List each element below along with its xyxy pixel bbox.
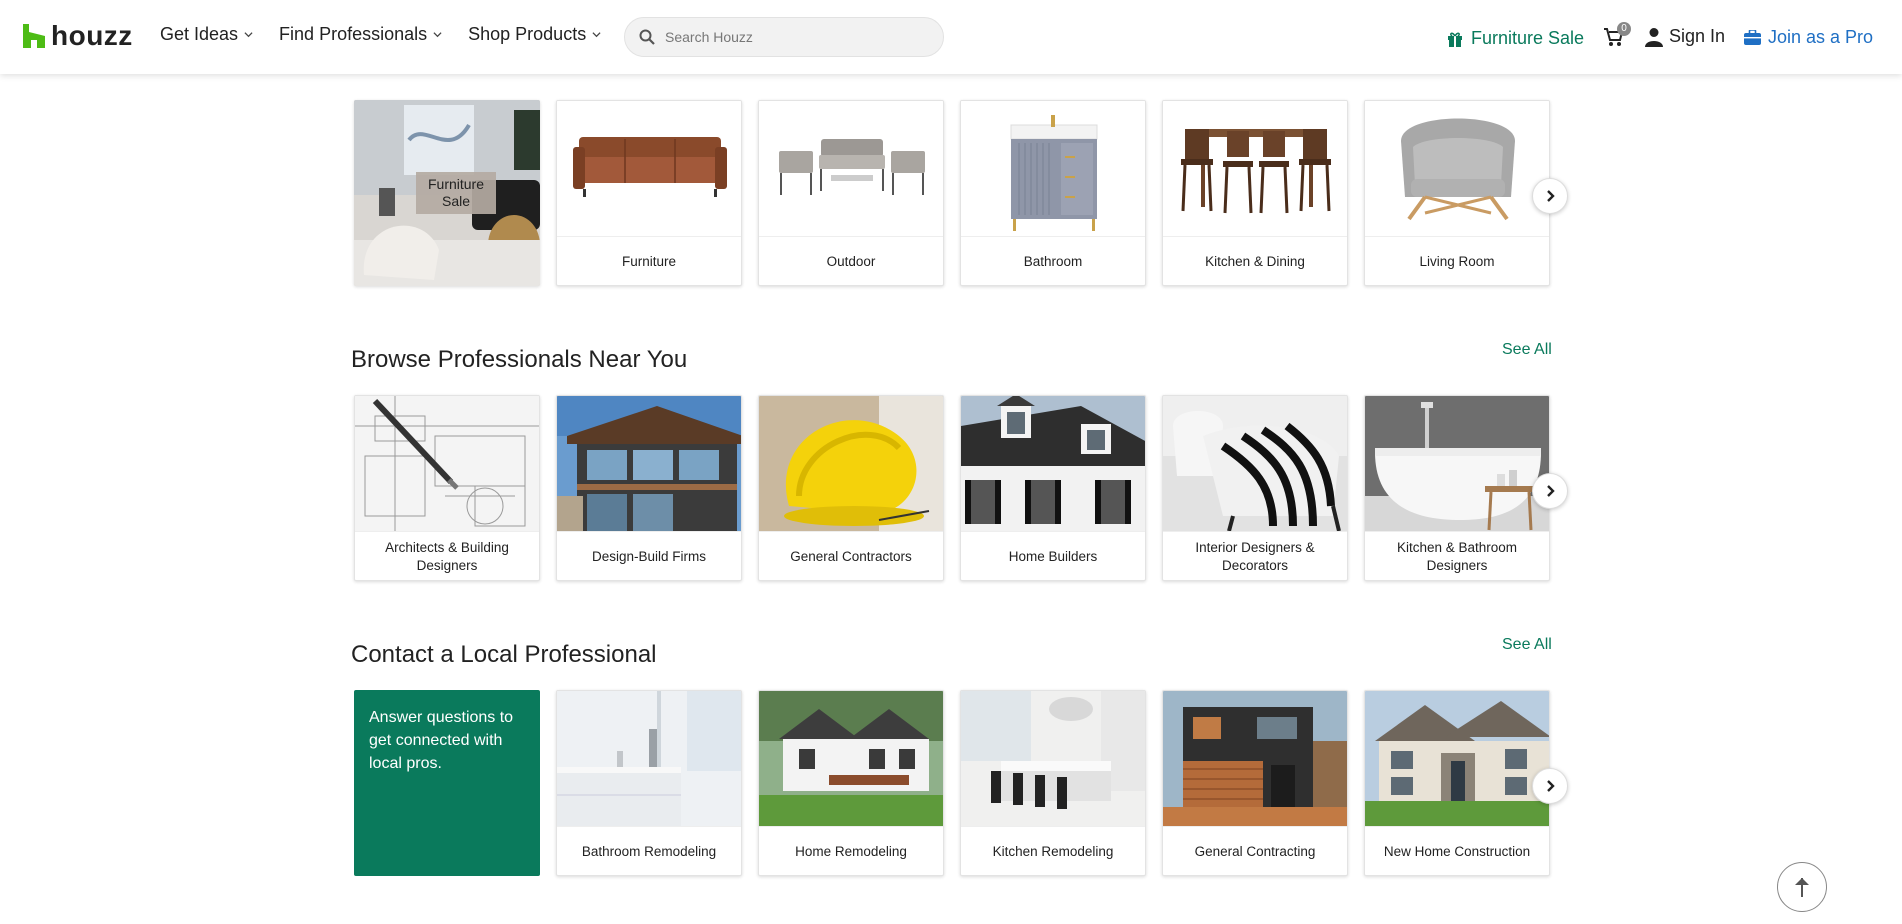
card-label: Bathroom: [961, 236, 1145, 285]
chevron-right-icon: [1547, 190, 1555, 202]
browse-section-title: Browse Professionals Near You: [351, 346, 688, 373]
outdoor-image: [759, 101, 943, 236]
nav-get-ideas[interactable]: Get Ideas: [160, 24, 253, 45]
scroll-to-top-button[interactable]: [1777, 862, 1827, 912]
design-build-image: [557, 396, 741, 531]
user-icon: [1645, 27, 1663, 47]
new-home-construction-image: [1365, 691, 1549, 826]
contact-card-kitchen-remodeling[interactable]: Kitchen Remodeling: [960, 690, 1146, 876]
home-builders-image: [961, 396, 1145, 531]
cart-count-badge: 0: [1617, 22, 1631, 36]
furniture-sale-label: Furniture Sale: [1471, 28, 1585, 48]
nav-label: Find Professionals: [279, 24, 428, 44]
card-label: Kitchen & Bathroom Designers: [1365, 531, 1549, 580]
shop-card-kitchen-dining[interactable]: Kitchen & Dining: [1162, 100, 1348, 286]
furniture-sale-link[interactable]: Furniture Sale: [1447, 28, 1584, 49]
home-remodeling-image: [759, 691, 943, 826]
kitchen-bath-designers-image: [1365, 396, 1549, 531]
nav-label: Shop Products: [468, 24, 587, 44]
card-label: Home Builders: [961, 531, 1145, 580]
houzz-logo[interactable]: houzz: [23, 20, 133, 52]
contact-section-title: Contact a Local Professional: [351, 641, 657, 668]
sign-in-button[interactable]: Sign In: [1645, 26, 1725, 47]
gift-icon: [1448, 32, 1462, 47]
shop-card-living-room[interactable]: Living Room: [1364, 100, 1550, 286]
general-contractors-image: [759, 396, 943, 531]
browse-see-all-link[interactable]: See All: [1502, 341, 1552, 359]
search-bar[interactable]: [624, 17, 944, 57]
bathroom-remodeling-image: [557, 691, 741, 826]
living-room-image: [1365, 101, 1549, 236]
furniture-sale-overlay: Furniture Sale: [416, 172, 496, 214]
pro-card-design-build[interactable]: Design-Build Firms: [556, 395, 742, 581]
kitchen-dining-image: [1163, 101, 1347, 236]
shop-card-bathroom[interactable]: Bathroom: [960, 100, 1146, 286]
contact-card-general-contracting[interactable]: General Contracting: [1162, 690, 1348, 876]
shop-card-furniture[interactable]: Furniture: [556, 100, 742, 286]
answer-questions-text: Answer questions to get connected with l…: [369, 709, 514, 772]
pro-card-kitchen-bath-designers[interactable]: Kitchen & Bathroom Designers: [1364, 395, 1550, 581]
card-label: Living Room: [1365, 236, 1549, 285]
furniture-image: [557, 101, 741, 236]
houzz-logo-icon: [23, 24, 45, 48]
join-as-pro-button[interactable]: Join as a Pro: [1744, 27, 1873, 48]
browse-next-arrow[interactable]: [1532, 473, 1568, 509]
logo-text: houzz: [51, 20, 133, 51]
nav-shop-products[interactable]: Shop Products: [468, 24, 601, 45]
card-label: Interior Designers & Decorators: [1163, 531, 1347, 580]
contact-see-all-link[interactable]: See All: [1502, 636, 1552, 654]
card-label: New Home Construction: [1365, 826, 1549, 875]
card-label: Outdoor: [759, 236, 943, 285]
briefcase-icon: [1744, 30, 1761, 45]
chevron-down-icon: [592, 32, 601, 38]
chevron-down-icon: [433, 32, 442, 38]
cart-button[interactable]: 0: [1603, 22, 1631, 48]
pro-card-home-builders[interactable]: Home Builders: [960, 395, 1146, 581]
nav-find-professionals[interactable]: Find Professionals: [279, 24, 442, 45]
join-label: Join as a Pro: [1768, 27, 1874, 47]
card-label: Architects & Building Designers: [355, 531, 539, 580]
card-label: Furniture: [557, 236, 741, 285]
nav-label: Get Ideas: [160, 24, 239, 44]
sign-in-label: Sign In: [1669, 26, 1726, 46]
shop-categories-row: Furniture Sale Furniture Outdoor Bathroo…: [354, 100, 1550, 286]
card-label: Kitchen Remodeling: [961, 826, 1145, 875]
general-contracting-image: [1163, 691, 1347, 826]
contact-professionals-row: Answer questions to get connected with l…: [354, 690, 1550, 876]
shop-card-outdoor[interactable]: Outdoor: [758, 100, 944, 286]
kitchen-remodeling-image: [961, 691, 1145, 826]
bathroom-image: [961, 101, 1145, 236]
chevron-right-icon: [1547, 780, 1555, 792]
search-input[interactable]: [665, 29, 925, 45]
furniture-sale-card[interactable]: Furniture Sale: [354, 100, 540, 286]
arrow-up-icon: [1795, 878, 1809, 897]
search-icon: [639, 29, 655, 45]
chevron-down-icon: [244, 32, 253, 38]
pro-card-general-contractors[interactable]: General Contractors: [758, 395, 944, 581]
card-label: Home Remodeling: [759, 826, 943, 875]
card-label: General Contracting: [1163, 826, 1347, 875]
card-label: General Contractors: [759, 531, 943, 580]
pro-card-architects[interactable]: Architects & Building Designers: [354, 395, 540, 581]
card-label: Design-Build Firms: [557, 531, 741, 580]
card-label: Kitchen & Dining: [1163, 236, 1347, 285]
pro-card-interior-designers[interactable]: Interior Designers & Decorators: [1162, 395, 1348, 581]
architects-image: [355, 396, 539, 531]
contact-next-arrow[interactable]: [1532, 768, 1568, 804]
shop-next-arrow[interactable]: [1532, 178, 1568, 214]
card-label: Bathroom Remodeling: [557, 826, 741, 875]
interior-designers-image: [1163, 396, 1347, 531]
main-nav: Get Ideas Find Professionals Shop Produc…: [160, 24, 601, 45]
contact-card-home-remodeling[interactable]: Home Remodeling: [758, 690, 944, 876]
contact-card-new-home-construction[interactable]: New Home Construction: [1364, 690, 1550, 876]
chevron-right-icon: [1547, 485, 1555, 497]
top-header: houzz Get Ideas Find Professionals Shop …: [0, 0, 1902, 74]
contact-card-bathroom-remodeling[interactable]: Bathroom Remodeling: [556, 690, 742, 876]
answer-questions-card[interactable]: Answer questions to get connected with l…: [354, 690, 540, 876]
browse-professionals-row: Architects & Building Designers Design-B…: [354, 395, 1550, 581]
